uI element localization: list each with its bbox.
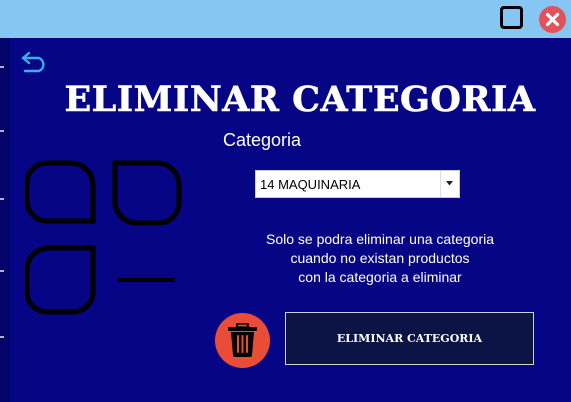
category-shapes-icon: [25, 160, 182, 315]
delete-category-button[interactable]: ELIMINAR CATEGORIA: [285, 312, 534, 365]
trash-button[interactable]: [215, 313, 270, 368]
dropdown-arrow[interactable]: [440, 171, 459, 197]
note-line: Solo se podra eliminar una categoria: [265, 231, 495, 247]
note-line: con la categoria a eliminar: [298, 269, 462, 285]
maximize-button[interactable]: [500, 6, 523, 29]
note-line: cuando no existan productos: [290, 250, 470, 266]
category-select[interactable]: 14 MAQUINARIA: [255, 170, 460, 198]
close-x-icon: [545, 12, 560, 27]
trash-icon: [228, 323, 257, 357]
delete-category-window: ELIMINAR CATEGORIA Categoria 14 MAQUINAR…: [0, 0, 571, 402]
title-bar: [0, 0, 571, 38]
close-button[interactable]: [539, 6, 566, 33]
category-select-value: 14 MAQUINARIA: [260, 177, 361, 192]
category-label: Categoria: [223, 130, 302, 150]
page-title: ELIMINAR CATEGORIA: [64, 79, 536, 121]
back-button[interactable]: [20, 50, 50, 74]
delete-note: Solo se podra eliminar una categoria cua…: [235, 230, 525, 287]
chevron-down-icon: [446, 181, 453, 186]
undo-arrow-icon: [21, 51, 45, 73]
